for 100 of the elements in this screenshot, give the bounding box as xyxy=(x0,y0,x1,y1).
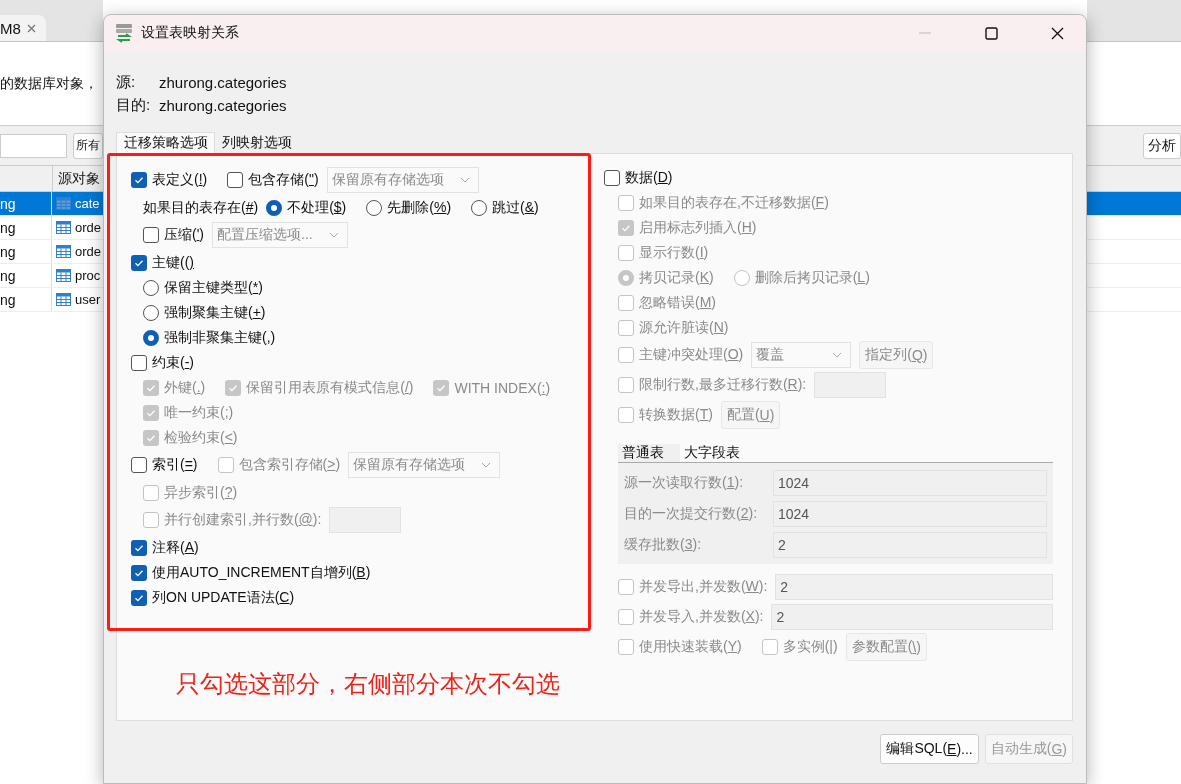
radio-button[interactable] xyxy=(266,199,283,216)
table-cell: proc xyxy=(75,268,101,283)
radio-button[interactable] xyxy=(471,199,488,216)
table-row[interactable]: ng orde xyxy=(0,240,103,264)
table-row[interactable]: ng proc xyxy=(0,264,103,288)
table-cell: ng xyxy=(0,264,52,287)
checkbox[interactable] xyxy=(131,539,147,556)
radio-label: 删除后拷贝记录(L) xyxy=(754,268,870,287)
checkbox-label: 主键(() xyxy=(152,253,194,272)
checkbox-label: 显示行数(I) xyxy=(639,243,709,262)
target-label: 目的: xyxy=(116,96,152,115)
checkbox-label: 保留引用表原有模式信息(/) xyxy=(246,378,414,397)
checkbox[interactable] xyxy=(131,564,147,581)
radio-label: 保留主键类型(*) xyxy=(164,278,263,297)
checkbox-label: 索引(=) xyxy=(152,456,198,474)
source-label: 源: xyxy=(116,73,137,92)
checkbox-label: 忽略错误(M) xyxy=(639,293,716,312)
checkbox-label: 包含存储(") xyxy=(248,171,319,189)
checkbox-label: 约束(-) xyxy=(152,353,194,372)
table-row[interactable]: ng cate xyxy=(0,192,103,216)
radio-label: 拷贝记录(K) xyxy=(639,268,714,287)
checkbox[interactable] xyxy=(131,354,147,371)
table-cell: ng xyxy=(0,288,52,311)
checkbox-label: 异步索引(?) xyxy=(164,483,238,502)
checkbox-label: 转换数据(T) xyxy=(639,406,713,424)
checkbox-label: 并行创建索引,并行数(@): xyxy=(164,511,322,529)
annotation-text: 只勾选这部分，右侧部分本次不勾选 xyxy=(176,669,560,699)
chevron-down-icon xyxy=(328,232,339,238)
close-icon xyxy=(1050,26,1064,40)
checkbox-label: 使用快速装载(Y) xyxy=(639,638,742,656)
checkbox-label: 压缩(') xyxy=(164,226,205,244)
checkbox-label: 表定义(!) xyxy=(152,171,208,189)
radio-label: 强制聚集主键(+) xyxy=(164,303,266,322)
checkbox[interactable] xyxy=(604,169,620,186)
checkbox[interactable] xyxy=(143,227,159,243)
checkbox[interactable] xyxy=(131,589,147,606)
checkbox-label: 外键(.) xyxy=(164,378,206,397)
radio-label: 跳过(&) xyxy=(492,198,539,217)
tab[interactable]: 普通表 xyxy=(618,444,680,462)
table-cell: ng xyxy=(0,192,52,215)
window-title: 设置表映射关系 xyxy=(141,24,240,42)
radio-button[interactable] xyxy=(143,304,159,321)
checkbox-label: 使用AUTO_INCREMENT自增列(B) xyxy=(152,563,371,582)
filter-field[interactable] xyxy=(0,133,67,158)
field-label: 目的一次提交行数(2): xyxy=(624,504,759,523)
checkbox-label: 并发导出,并发数(W): xyxy=(639,578,768,596)
target-value: zhurong.categories xyxy=(159,97,287,114)
checkbox-label: 注释(A) xyxy=(152,538,199,557)
analyze-button[interactable]: 分析 xyxy=(1143,132,1181,159)
table-icon xyxy=(56,221,71,234)
chevron-down-icon xyxy=(832,352,843,358)
radio-label: 先删除(%) xyxy=(387,198,452,217)
editor-tab[interactable]: M8 xyxy=(0,15,46,41)
table-cell: ng xyxy=(0,216,52,239)
field-label: 缓存批数(3): xyxy=(624,535,703,554)
tab[interactable]: 大字段表 xyxy=(680,444,744,462)
table-icon xyxy=(56,293,71,306)
checkbox[interactable] xyxy=(131,172,147,188)
checkbox[interactable] xyxy=(131,254,147,271)
checkbox-label: 多实例(|) xyxy=(782,638,838,656)
table-icon xyxy=(56,269,71,282)
checkbox-label: 主键冲突处理(O) xyxy=(639,346,744,364)
checkbox-label: 唯一约束(;) xyxy=(164,403,234,422)
radio-button[interactable] xyxy=(366,199,383,216)
filter-button[interactable]: 所有 xyxy=(73,132,103,159)
checkbox-label: 包含索引存储(>) xyxy=(238,456,341,474)
table-row[interactable]: ng user xyxy=(0,288,103,312)
option-label: 如果目的表存在(#) xyxy=(143,198,259,217)
chevron-down-icon xyxy=(459,177,470,183)
table-row[interactable] xyxy=(1087,192,1181,216)
maximize-icon xyxy=(984,26,998,40)
checkbox-label: 源允许脏读(N) xyxy=(639,318,729,337)
table-cell: cate xyxy=(75,196,100,211)
chevron-down-icon xyxy=(481,462,492,468)
checkbox-label: WITH INDEX(:) xyxy=(454,379,551,396)
checkbox-label: 检验约束(<) xyxy=(164,428,238,447)
checkbox-label: 数据(D) xyxy=(625,168,673,187)
checkbox[interactable] xyxy=(131,457,147,473)
radio-label: 不处理($) xyxy=(287,198,347,217)
source-value: zhurong.categories xyxy=(159,74,287,91)
tab[interactable]: 迁移策略选项 xyxy=(116,132,215,153)
close-icon[interactable] xyxy=(26,23,36,33)
table-row[interactable]: ng orde xyxy=(0,216,103,240)
column-header: 源对象 xyxy=(57,168,100,188)
table-icon xyxy=(56,197,71,210)
dialog-button[interactable]: 编辑SQL(E)... xyxy=(880,734,979,764)
field-label: 源一次读取行数(1): xyxy=(624,473,745,492)
radio-label: 强制非聚集主键(,) xyxy=(164,328,276,347)
table-cell: orde xyxy=(75,220,102,235)
table-cell: orde xyxy=(75,244,102,259)
checkbox-label: 并发导入,并发数(X): xyxy=(639,608,764,626)
checkbox-label: 如果目的表存在,不迁移数据(F) xyxy=(639,193,829,212)
database-arrows-icon xyxy=(115,23,133,43)
description-text: 的数据库对象， xyxy=(0,74,98,93)
radio-button[interactable] xyxy=(143,279,159,296)
checkbox-label: 列ON UPDATE语法(C) xyxy=(152,588,295,607)
radio-button[interactable] xyxy=(143,329,159,346)
tab[interactable]: 列映射选项 xyxy=(215,133,298,153)
table-icon xyxy=(56,245,71,258)
checkbox[interactable] xyxy=(227,172,244,188)
